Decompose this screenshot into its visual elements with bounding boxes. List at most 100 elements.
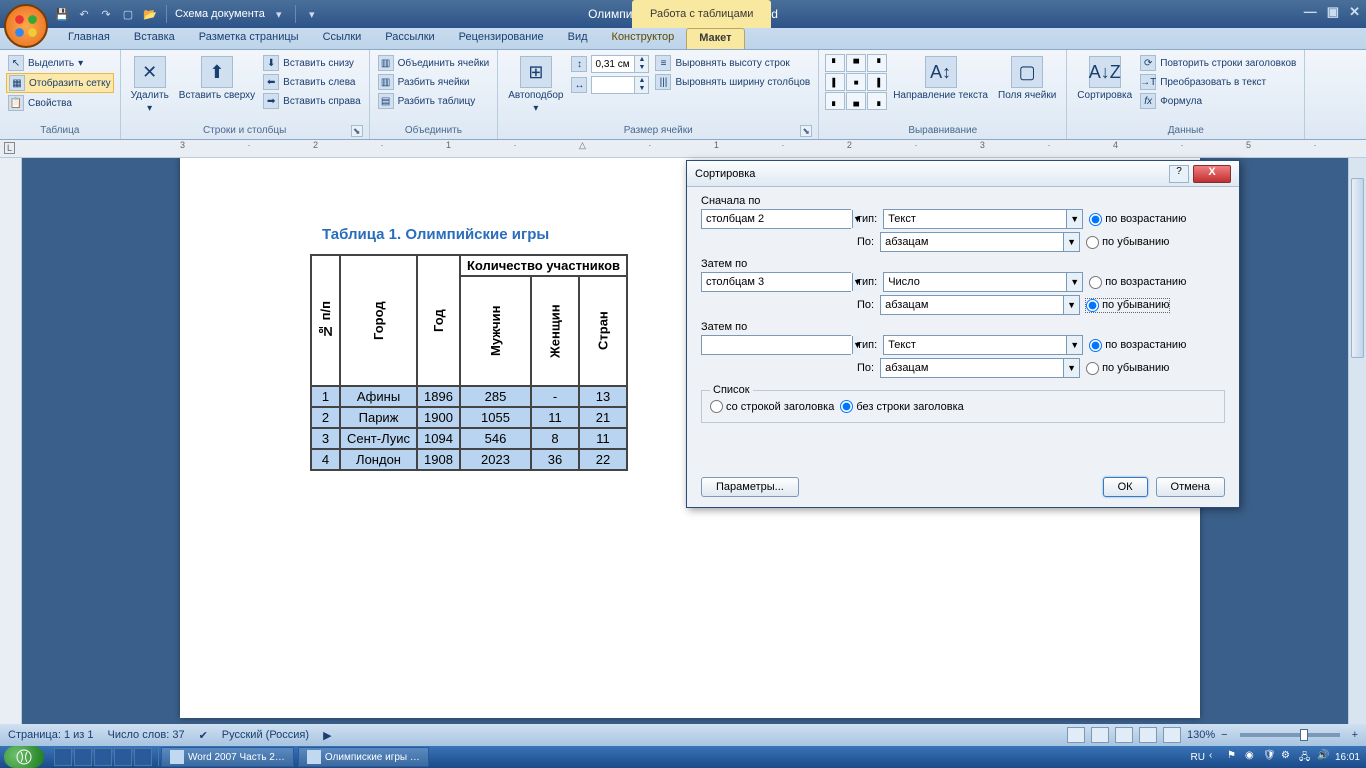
status-page[interactable]: Страница: 1 из 1 bbox=[8, 729, 94, 741]
split-cells-button[interactable]: ▥Разбить ячейки bbox=[376, 73, 492, 91]
no-header-radio[interactable]: без строки заголовка bbox=[840, 400, 963, 413]
merge-cells-button[interactable]: ▥Объединить ячейки bbox=[376, 54, 492, 72]
qat-scheme-label[interactable]: Схема документа bbox=[175, 8, 265, 20]
zoom-thumb[interactable] bbox=[1300, 729, 1308, 741]
office-button[interactable] bbox=[4, 4, 48, 48]
align-mc[interactable]: ■ bbox=[846, 73, 866, 91]
align-tr[interactable]: ▝ bbox=[867, 54, 887, 72]
chevron-down-icon[interactable]: ▼ bbox=[1066, 210, 1082, 228]
taskbar-item[interactable]: Word 2007 Часть 2… bbox=[161, 747, 294, 767]
cell-margins-button[interactable]: ▢Поля ячейки bbox=[994, 54, 1060, 103]
params-button[interactable]: Параметры... bbox=[701, 477, 799, 497]
tab-review[interactable]: Рецензирование bbox=[447, 28, 556, 49]
sort3-type-combo[interactable]: ▼ bbox=[883, 335, 1083, 355]
sort2-asc-radio[interactable]: по возрастанию bbox=[1089, 276, 1186, 289]
spin-up-icon[interactable]: ▲ bbox=[634, 77, 648, 85]
horizontal-ruler[interactable]: L 3 · 2 · 1 · △ · 1 · 2 · 3 · 4 · 5 · 6 … bbox=[0, 140, 1366, 158]
maximize-button[interactable]: ▣ bbox=[1327, 4, 1339, 20]
tab-table-layout[interactable]: Макет bbox=[686, 28, 744, 49]
insert-above-button[interactable]: ⬆Вставить сверху bbox=[175, 54, 259, 103]
spin-down-icon[interactable]: ▼ bbox=[634, 64, 648, 72]
ql-icon[interactable] bbox=[54, 748, 72, 766]
sort1-desc-radio[interactable]: по убыванию bbox=[1086, 236, 1169, 249]
cancel-button[interactable]: Отмена bbox=[1156, 477, 1225, 497]
tray-expand-icon[interactable]: ‹ bbox=[1209, 750, 1223, 764]
select-button[interactable]: ↖Выделить ▾ bbox=[6, 54, 114, 72]
dialog-launcher-icon[interactable]: ⬊ bbox=[800, 125, 812, 137]
align-tl[interactable]: ▘ bbox=[825, 54, 845, 72]
zoom-in-button[interactable]: + bbox=[1352, 729, 1358, 741]
tab-references[interactable]: Ссылки bbox=[311, 28, 374, 49]
dialog-close-button[interactable]: X bbox=[1193, 165, 1231, 183]
spin-down-icon[interactable]: ▼ bbox=[634, 85, 648, 93]
status-words[interactable]: Число слов: 37 bbox=[108, 729, 185, 741]
vertical-ruler[interactable] bbox=[0, 158, 22, 724]
tray-icon[interactable]: ⚙ bbox=[1281, 750, 1295, 764]
tab-insert[interactable]: Вставка bbox=[122, 28, 187, 49]
align-bl[interactable]: ▖ bbox=[825, 92, 845, 110]
zoom-label[interactable]: 130% bbox=[1187, 729, 1215, 741]
chevron-down-icon[interactable]: ▼ bbox=[1063, 233, 1079, 251]
scrollbar-thumb[interactable] bbox=[1351, 178, 1364, 358]
col-width-input[interactable] bbox=[592, 77, 634, 93]
open-icon[interactable]: 📂 bbox=[142, 6, 158, 22]
row-height-input[interactable] bbox=[592, 56, 634, 72]
tray-icon[interactable]: ◉ bbox=[1245, 750, 1259, 764]
convert-to-text-button[interactable]: →TПреобразовать в текст bbox=[1138, 73, 1298, 91]
help-button[interactable]: ? bbox=[1169, 165, 1189, 183]
tab-home[interactable]: Главная bbox=[56, 28, 122, 49]
start-button[interactable] bbox=[4, 746, 44, 768]
show-grid-button[interactable]: ▦Отобразить сетку bbox=[6, 73, 114, 93]
align-br[interactable]: ▗ bbox=[867, 92, 887, 110]
sort1-field-combo[interactable]: ▼ bbox=[701, 209, 851, 229]
taskbar-item[interactable]: Олимпиские игры … bbox=[298, 747, 429, 767]
tab-page-layout[interactable]: Разметка страницы bbox=[187, 28, 311, 49]
chevron-down-icon[interactable]: ▼ bbox=[1066, 336, 1082, 354]
align-tc[interactable]: ▀ bbox=[846, 54, 866, 72]
distribute-rows-button[interactable]: ≡Выровнять высоту строк bbox=[653, 54, 812, 72]
chevron-down-icon[interactable]: ▼ bbox=[1063, 296, 1079, 314]
insert-left-button[interactable]: ⬅Вставить слева bbox=[261, 73, 362, 91]
formula-button[interactable]: fxФормула bbox=[1138, 92, 1298, 110]
status-language[interactable]: Русский (Россия) bbox=[222, 729, 309, 741]
close-button[interactable]: ✕ bbox=[1349, 4, 1360, 20]
col-width-control[interactable]: ↔ ▲▼ bbox=[569, 75, 651, 95]
view-web[interactable] bbox=[1115, 727, 1133, 743]
text-direction-button[interactable]: A↕Направление текста bbox=[889, 54, 992, 103]
insert-below-button[interactable]: ⬇Вставить снизу bbox=[261, 54, 362, 72]
align-bc[interactable]: ▄ bbox=[846, 92, 866, 110]
volume-icon[interactable]: 🔊 bbox=[1317, 750, 1331, 764]
vertical-scrollbar[interactable] bbox=[1348, 158, 1366, 724]
zoom-slider[interactable] bbox=[1240, 733, 1340, 737]
delete-button[interactable]: ✕Удалить▾ bbox=[127, 54, 173, 116]
view-print-layout[interactable] bbox=[1067, 727, 1085, 743]
sort2-field-combo[interactable]: ▼ bbox=[701, 272, 851, 292]
autofit-button[interactable]: ⊞Автоподбор▾ bbox=[504, 54, 567, 116]
sort3-field-combo[interactable]: ▼ bbox=[701, 335, 851, 355]
chevron-down-icon[interactable]: ▼ bbox=[1066, 273, 1082, 291]
sort3-desc-radio[interactable]: по убыванию bbox=[1086, 362, 1169, 375]
repeat-header-button[interactable]: ⟳Повторить строки заголовков bbox=[1138, 54, 1298, 72]
ql-icon[interactable] bbox=[114, 748, 132, 766]
zoom-out-button[interactable]: − bbox=[1221, 729, 1227, 741]
ok-button[interactable]: ОК bbox=[1103, 477, 1148, 497]
row-height-control[interactable]: ↕ ▲▼ bbox=[569, 54, 651, 74]
sort2-desc-radio[interactable]: по убыванию bbox=[1086, 299, 1169, 312]
ql-icon[interactable] bbox=[134, 748, 152, 766]
view-full-screen[interactable] bbox=[1091, 727, 1109, 743]
redo-icon[interactable]: ↷ bbox=[98, 6, 114, 22]
split-table-button[interactable]: ▤Разбить таблицу bbox=[376, 92, 492, 110]
sort2-type-combo[interactable]: ▼ bbox=[883, 272, 1083, 292]
sort-button[interactable]: A↓ZСортировка bbox=[1073, 54, 1136, 103]
align-mr[interactable]: ▐ bbox=[867, 73, 887, 91]
sort3-using-combo[interactable]: ▼ bbox=[880, 358, 1080, 378]
tray-icon[interactable]: 🛡 bbox=[1263, 750, 1277, 764]
new-icon[interactable]: ▢ bbox=[120, 6, 136, 22]
view-draft[interactable] bbox=[1163, 727, 1181, 743]
save-icon[interactable]: 💾 bbox=[54, 6, 70, 22]
macro-icon[interactable]: ▶ bbox=[323, 729, 331, 742]
insert-right-button[interactable]: ➡Вставить справа bbox=[261, 92, 362, 110]
minimize-button[interactable]: — bbox=[1304, 4, 1317, 20]
distribute-cols-button[interactable]: |||Выровнять ширину столбцов bbox=[653, 73, 812, 91]
ql-icon[interactable] bbox=[74, 748, 92, 766]
